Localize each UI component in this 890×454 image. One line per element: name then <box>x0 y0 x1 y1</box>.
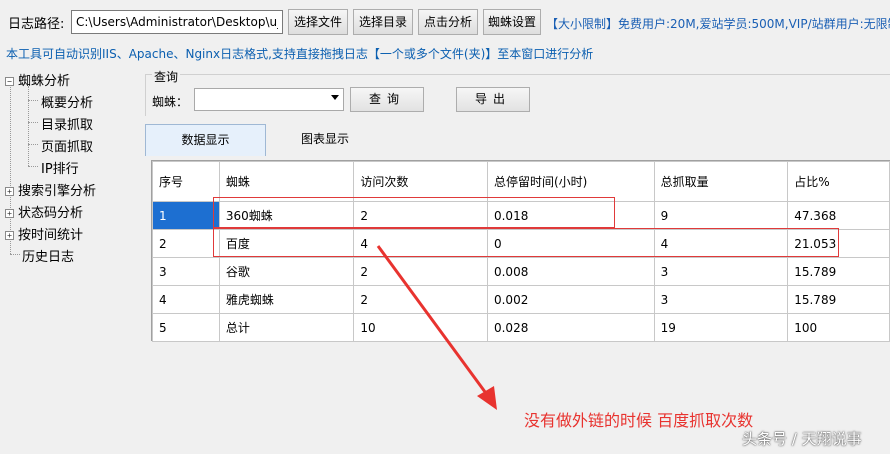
watermark: 头条号 / 天翔说事 <box>742 430 862 448</box>
annotation-text: 没有做外链的时候 百度抓取次数 <box>524 411 754 430</box>
annotation-arrow-icon <box>376 245 497 410</box>
